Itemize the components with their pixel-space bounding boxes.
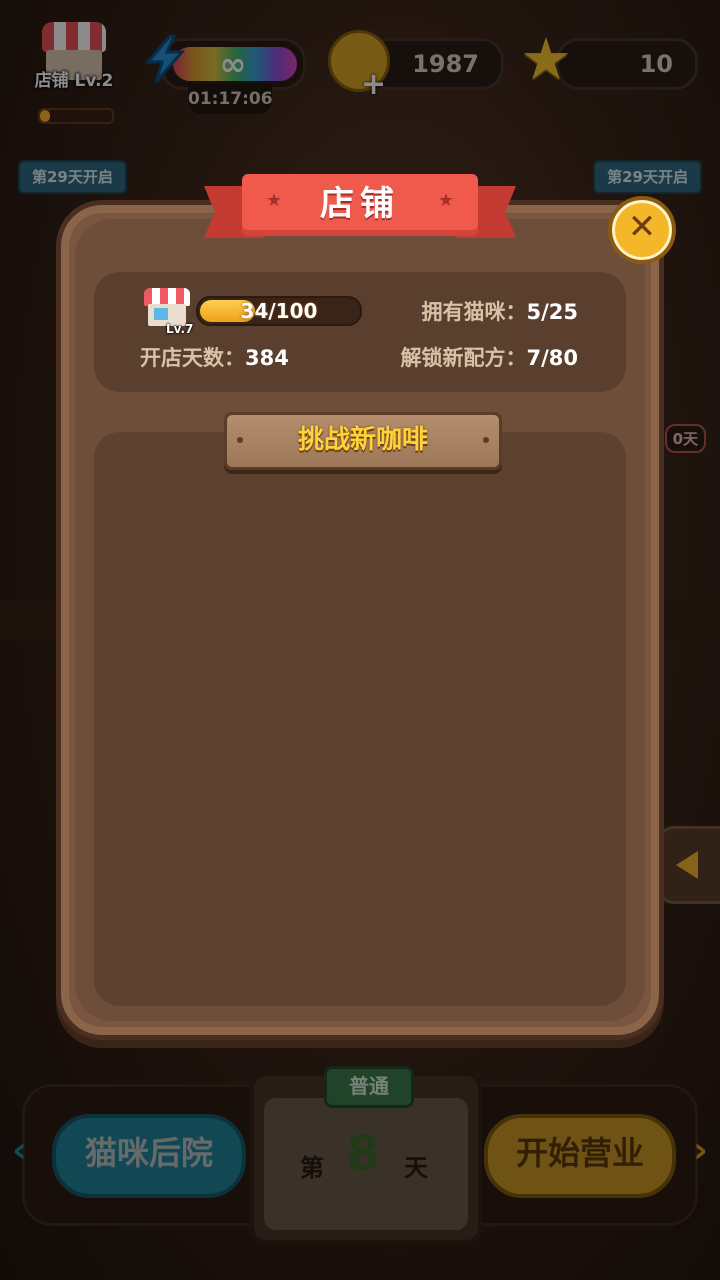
cats-owned-stat: 拥有猫咪：5/25 [421, 296, 578, 326]
title-ribbon: ★ ★ 店铺 [204, 170, 516, 248]
challenge-panel [94, 432, 626, 1006]
modal-title: 店铺 [320, 184, 400, 224]
days-open-stat: 开店天数：384 [140, 342, 289, 372]
challenge-title: 挑战新咖啡 [297, 425, 428, 455]
close-button[interactable]: ✕ [608, 196, 676, 264]
close-icon: ✕ [627, 207, 657, 247]
days-value: 384 [245, 346, 289, 370]
recipes-value: 7/80 [526, 346, 578, 370]
xp-text: 34/100 [240, 299, 318, 323]
recipes-stat: 解锁新配方：7/80 [400, 342, 578, 372]
shop-icon-level: Lv.7 [166, 322, 194, 336]
shop-window [154, 308, 168, 320]
days-label: 开店天数： [140, 346, 245, 370]
shop-xp-bar: 34/100 [196, 296, 362, 326]
cats-value: 5/25 [526, 300, 578, 324]
challenge-header-plank: 挑战新咖啡 [224, 412, 502, 470]
recipes-label: 解锁新配方： [400, 346, 527, 370]
cats-label: 拥有猫咪： [421, 300, 527, 324]
